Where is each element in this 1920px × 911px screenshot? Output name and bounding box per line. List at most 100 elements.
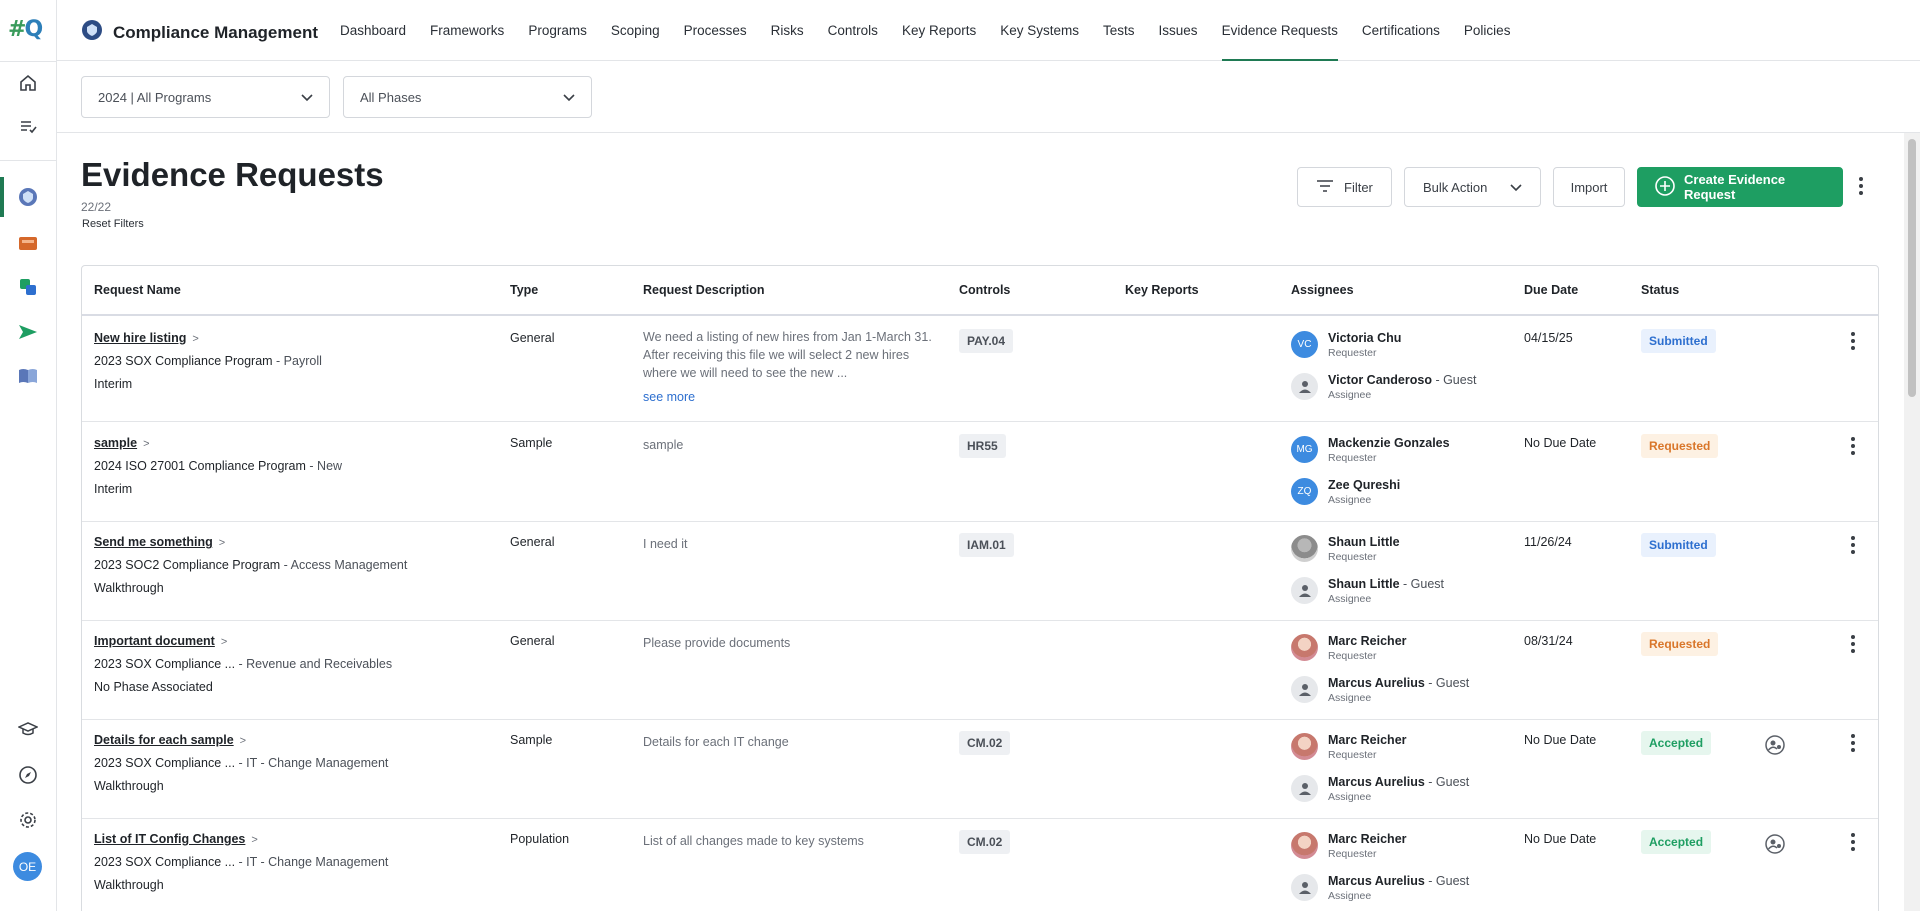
assignee: Marcus Aurelius - Guest Assignee	[1291, 676, 1469, 704]
row-menu-icon[interactable]	[1846, 330, 1860, 352]
plus-circle-icon	[1654, 175, 1676, 200]
table-row[interactable]: List of IT Config Changes > 2023 SOX Comp…	[82, 819, 1878, 911]
row-menu-icon[interactable]	[1846, 633, 1860, 655]
nav-policies[interactable]: Policies	[1452, 0, 1523, 61]
assignee: Marcus Aurelius - Guest Assignee	[1291, 874, 1469, 902]
create-evidence-request-button[interactable]: Create Evidence Request	[1637, 167, 1843, 207]
row-menu-icon[interactable]	[1846, 534, 1860, 556]
nav-processes[interactable]: Processes	[672, 0, 759, 61]
scrollbar-thumb[interactable]	[1908, 139, 1916, 397]
table-row[interactable]: sample > 2024 ISO 27001 Compliance Progra…	[82, 423, 1878, 522]
control-tag[interactable]: CM.02	[959, 830, 1011, 854]
col-type[interactable]: Type	[510, 283, 538, 297]
see-more-link[interactable]: see more	[643, 388, 933, 406]
table-row[interactable]: New hire listing > 2023 SOX Compliance Pr…	[82, 317, 1878, 422]
table-row[interactable]: Details for each sample > 2023 SOX Compli…	[82, 720, 1878, 819]
app-logo[interactable]: #Q	[8, 17, 48, 42]
guest-user-icon[interactable]	[1764, 833, 1786, 855]
row-menu-icon[interactable]	[1846, 831, 1860, 853]
nav-key-systems[interactable]: Key Systems	[988, 0, 1091, 61]
book-icon[interactable]	[16, 364, 40, 388]
control-tag[interactable]: HR55	[959, 434, 1006, 458]
compliance-shield-icon[interactable]	[16, 185, 40, 209]
table-row[interactable]: Send me something > 2023 SOC2 Compliance …	[82, 522, 1878, 621]
nav-scoping[interactable]: Scoping	[599, 0, 672, 61]
nav-tests[interactable]: Tests	[1091, 0, 1147, 61]
reset-filters-link[interactable]: Reset Filters	[82, 218, 144, 230]
evidence-requests-table: Request Name Type Request Description Co…	[81, 265, 1879, 911]
avatar	[1291, 634, 1318, 661]
col-request-name[interactable]: Request Name	[94, 283, 181, 297]
request-name-link[interactable]: List of IT Config Changes	[94, 832, 245, 846]
requester: Marc Reicher Requester	[1291, 832, 1407, 860]
avatar	[1291, 832, 1318, 859]
avatar: ZQ	[1291, 478, 1318, 505]
import-button[interactable]: Import	[1553, 167, 1625, 207]
program-select[interactable]: 2024 | All Programs	[81, 76, 330, 118]
chevron-down-icon	[563, 90, 575, 105]
filter-selects: 2024 | All Programs All Phases	[81, 76, 592, 118]
request-name-link[interactable]: New hire listing	[94, 331, 186, 345]
nav-frameworks[interactable]: Frameworks	[418, 0, 516, 61]
settings-gear-icon[interactable]	[16, 808, 40, 832]
user-silhouette-icon	[1291, 874, 1318, 901]
row-menu-icon[interactable]	[1846, 732, 1860, 754]
request-name-link[interactable]: Details for each sample	[94, 733, 234, 747]
chevron-right-icon: >	[192, 333, 199, 345]
status-badge: Requested	[1641, 632, 1719, 656]
filter-lines-icon	[1316, 179, 1334, 196]
tasks-icon[interactable]	[16, 114, 40, 138]
nav-controls[interactable]: Controls	[816, 0, 890, 61]
control-tag[interactable]: IAM.01	[959, 533, 1014, 557]
nav-dashboard[interactable]: Dashboard	[328, 0, 418, 61]
compass-icon[interactable]	[16, 763, 40, 787]
status-badge: Requested	[1641, 434, 1719, 458]
request-name-link[interactable]: Send me something	[94, 535, 213, 549]
nav-certifications[interactable]: Certifications	[1350, 0, 1452, 61]
sync-icon[interactable]	[16, 275, 40, 299]
phase-select[interactable]: All Phases	[343, 76, 592, 118]
col-controls[interactable]: Controls	[959, 283, 1010, 297]
assignee: Victor Canderoso - Guest Assignee	[1291, 373, 1476, 401]
avatar: VC	[1291, 331, 1318, 358]
chevron-down-icon	[301, 90, 313, 105]
bulk-action-button[interactable]: Bulk Action	[1404, 167, 1541, 207]
home-icon[interactable]	[16, 71, 40, 95]
assignee: ZQ Zee Qureshi Assignee	[1291, 478, 1400, 506]
control-tag[interactable]: CM.02	[959, 731, 1011, 755]
user-silhouette-icon	[1291, 775, 1318, 802]
learning-icon[interactable]	[16, 717, 40, 741]
app-title: Compliance Management	[81, 19, 318, 46]
col-status[interactable]: Status	[1641, 283, 1679, 297]
compliance-logo-icon	[81, 19, 103, 46]
assignee: Marcus Aurelius - Guest Assignee	[1291, 775, 1469, 803]
send-icon[interactable]	[16, 320, 40, 344]
folder-icon[interactable]	[16, 231, 40, 255]
chevron-right-icon: >	[218, 537, 226, 549]
table-row[interactable]: Important document > 2023 SOX Compliance …	[82, 621, 1878, 720]
guest-user-icon[interactable]	[1764, 734, 1786, 756]
filter-button[interactable]: Filter	[1297, 167, 1392, 207]
user-avatar[interactable]: OE	[13, 852, 42, 881]
col-assignees[interactable]: Assignees	[1291, 283, 1354, 297]
page-scrollbar[interactable]	[1904, 133, 1920, 911]
col-request-description[interactable]: Request Description	[643, 283, 765, 297]
rail-active-indicator	[0, 177, 4, 217]
status-badge: Accepted	[1641, 830, 1712, 854]
request-name-link[interactable]: Important document	[94, 634, 215, 648]
row-menu-icon[interactable]	[1846, 435, 1860, 457]
requester: Marc Reicher Requester	[1291, 634, 1407, 662]
col-key-reports[interactable]: Key Reports	[1125, 283, 1199, 297]
user-silhouette-icon	[1291, 577, 1318, 604]
nav-issues[interactable]: Issues	[1147, 0, 1210, 61]
more-options-icon[interactable]	[1854, 174, 1868, 198]
nav-programs[interactable]: Programs	[516, 0, 599, 61]
nav-risks[interactable]: Risks	[759, 0, 816, 61]
nav-evidence-requests[interactable]: Evidence Requests	[1210, 0, 1350, 61]
user-silhouette-icon	[1291, 373, 1318, 400]
control-tag[interactable]: PAY.04	[959, 329, 1014, 353]
nav-key-reports[interactable]: Key Reports	[890, 0, 988, 61]
chevron-right-icon: >	[251, 834, 258, 846]
request-name-link[interactable]: sample	[94, 436, 137, 450]
col-due-date[interactable]: Due Date	[1524, 283, 1578, 297]
